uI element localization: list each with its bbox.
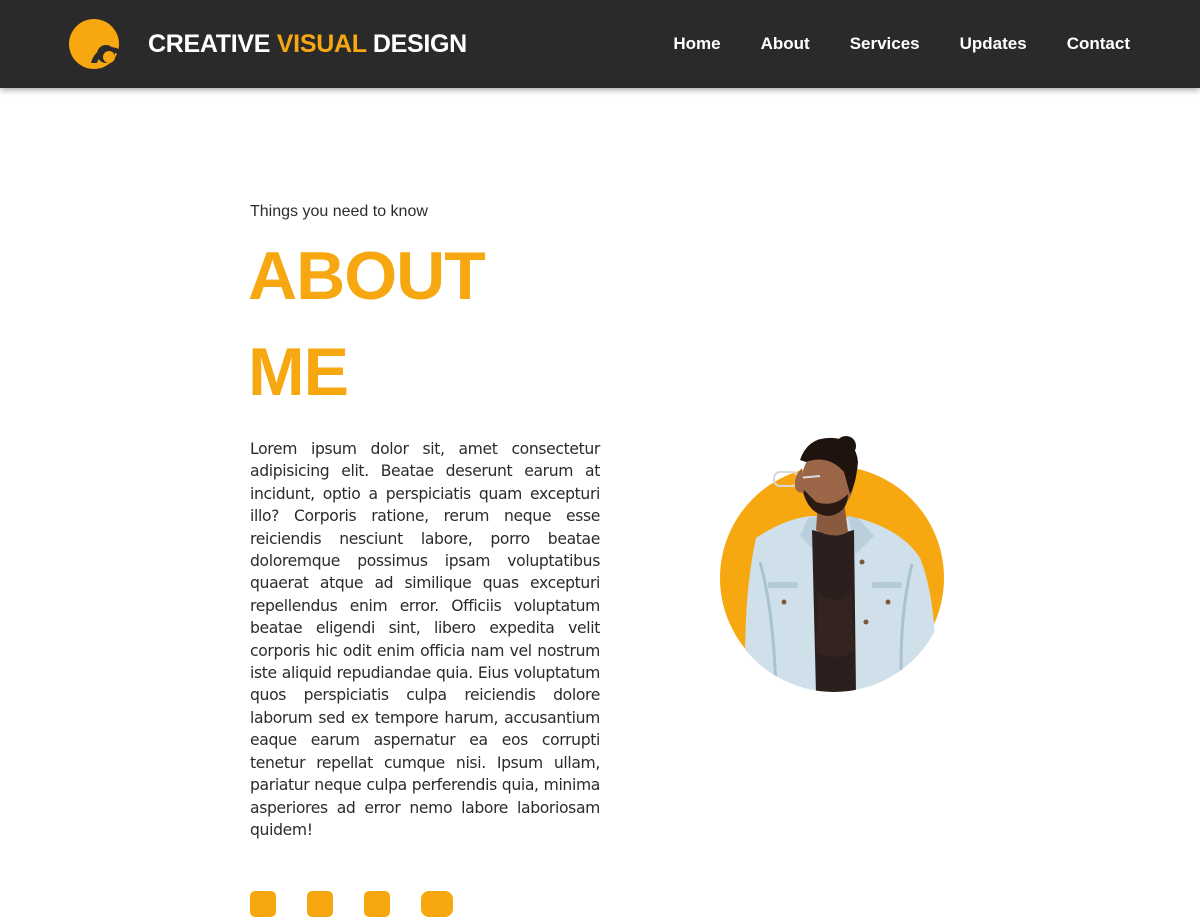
brand-part-2: DESIGN [366, 30, 467, 58]
youtube-icon[interactable] [421, 891, 453, 917]
brand-part-1: CREATIVE [148, 30, 277, 58]
nav-about[interactable]: About [761, 32, 810, 56]
nav-home[interactable]: Home [673, 32, 720, 56]
about-body-text: Lorem ipsum dolor sit, amet consectetur … [250, 440, 600, 839]
instagram-icon[interactable] [364, 891, 390, 917]
nav-services[interactable]: Services [850, 32, 920, 56]
profile-portrait [720, 436, 944, 692]
page-title: ABOUT ME [248, 228, 608, 420]
title-line-1: ABOUT [248, 238, 486, 314]
section-eyebrow: Things you need to know [250, 203, 428, 220]
site-header: CREATIVE VISUAL DESIGN Home About Servic… [0, 0, 1200, 88]
facebook-icon[interactable] [250, 891, 276, 917]
nav-updates[interactable]: Updates [960, 32, 1027, 56]
brand-name[interactable]: CREATIVE VISUAL DESIGN [148, 28, 467, 60]
social-links [250, 891, 484, 917]
title-line-2: ME [248, 334, 349, 410]
logo-icon[interactable] [69, 19, 119, 69]
main-nav: Home About Services Updates Contact [633, 32, 1130, 56]
x-twitter-icon[interactable] [307, 891, 333, 917]
brand-accent: VISUAL [276, 30, 367, 58]
nav-contact[interactable]: Contact [1067, 32, 1130, 56]
